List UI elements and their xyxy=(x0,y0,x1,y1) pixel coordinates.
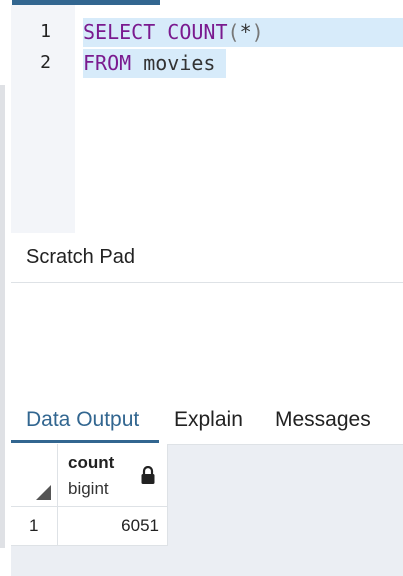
active-tab-underline xyxy=(11,440,159,443)
paren-close: ) xyxy=(251,20,264,44)
table-identifier: movies xyxy=(143,51,216,75)
code-line-2[interactable]: FROM movies xyxy=(83,49,215,78)
cell-value: 6051 xyxy=(121,516,159,535)
paren-open: ( xyxy=(227,20,240,44)
left-scroll-strip xyxy=(0,85,5,548)
scratch-pad-title: Scratch Pad xyxy=(26,246,135,268)
sql-editor[interactable]: 1 2 SELECT COUNT(*) FROM movies xyxy=(11,5,403,234)
keyword-count: COUNT xyxy=(167,20,228,44)
corner-triangle-icon xyxy=(36,485,51,500)
line-number-2: 2 xyxy=(40,52,51,73)
table-cell[interactable]: 6051 xyxy=(58,507,168,546)
star-token: * xyxy=(239,20,252,44)
code-line-1[interactable]: SELECT COUNT(*) xyxy=(83,18,264,47)
scratch-pad-textarea[interactable] xyxy=(11,283,403,396)
row-number-label: 1 xyxy=(29,516,39,535)
row-number[interactable]: 1 xyxy=(11,507,58,546)
tab-explain[interactable]: Explain xyxy=(174,408,243,432)
lock-icon xyxy=(141,466,155,484)
column-type: bigint xyxy=(68,479,109,498)
results-tabs: Data Output Explain Messages xyxy=(11,396,403,445)
column-name: count xyxy=(68,453,115,472)
grid-select-all-corner[interactable] xyxy=(11,444,58,507)
scratch-pad-header: Scratch Pad xyxy=(11,233,403,283)
line-number-1: 1 xyxy=(40,21,51,42)
tab-messages[interactable]: Messages xyxy=(275,408,371,432)
scratch-pad-panel: Scratch Pad xyxy=(11,233,403,396)
results-panel: Data Output Explain Messages count bigin… xyxy=(11,396,403,576)
tab-data-output[interactable]: Data Output xyxy=(26,408,139,432)
line-number-gutter: 1 2 xyxy=(11,5,75,233)
column-header-count[interactable]: count bigint xyxy=(58,444,168,507)
keyword-from: FROM xyxy=(83,51,132,75)
keyword-select: SELECT xyxy=(83,20,156,44)
